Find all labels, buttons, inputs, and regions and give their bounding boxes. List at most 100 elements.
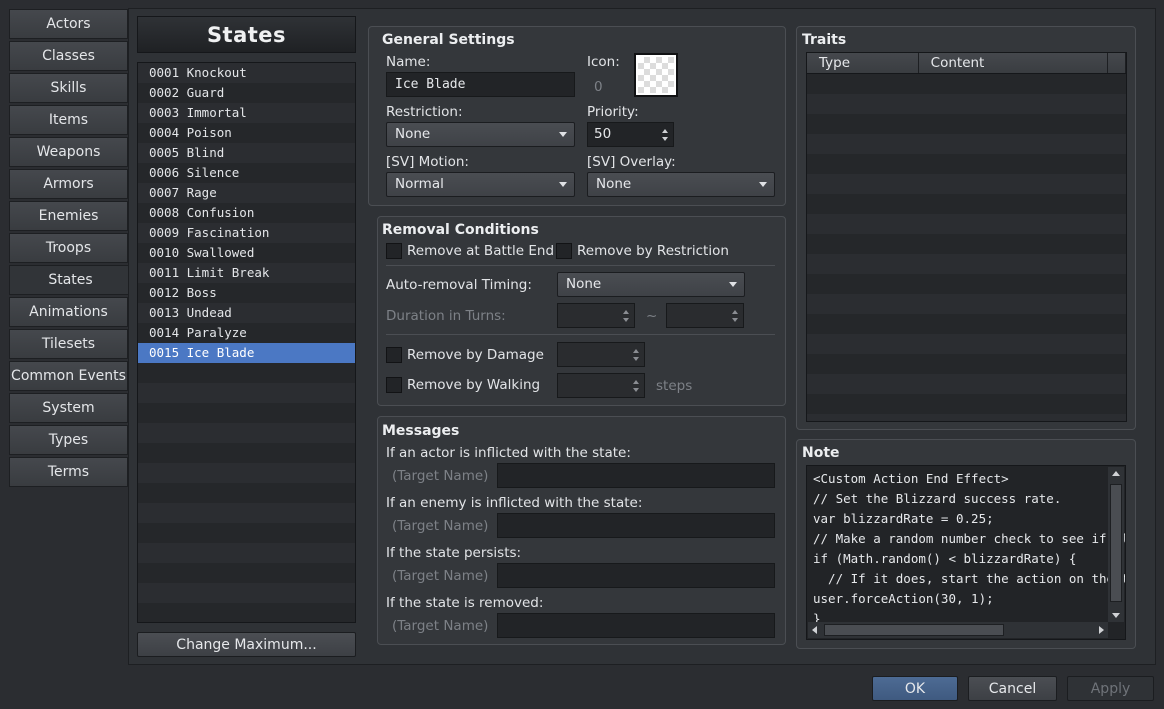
restriction-dropdown[interactable]: None [386,122,575,147]
spin-up-icon[interactable] [662,129,668,133]
list-item[interactable]: 0004 Poison [138,123,355,143]
spin-down-icon[interactable] [623,318,629,322]
trait-row-empty[interactable] [807,154,1126,174]
battle-end-checkbox[interactable] [386,243,402,259]
list-item[interactable]: 0005 Blind [138,143,355,163]
category-tab-common-events[interactable]: Common Events [9,361,128,391]
type-column-header[interactable]: Type [807,53,919,73]
ok-button[interactable]: OK [872,676,958,701]
list-item-empty[interactable] [138,523,355,543]
list-item-empty[interactable] [138,503,355,523]
icon-picker[interactable] [634,53,678,97]
spin-up-icon[interactable] [633,380,639,384]
category-tab-armors[interactable]: Armors [9,169,128,199]
trait-row-empty[interactable] [807,414,1126,421]
apply-button[interactable]: Apply [1067,676,1154,701]
list-item-empty[interactable] [138,423,355,443]
scroll-down-icon[interactable] [1112,613,1120,618]
trait-row-empty[interactable] [807,314,1126,334]
category-tab-animations[interactable]: Animations [9,297,128,327]
spin-down-icon[interactable] [662,137,668,141]
list-item-empty[interactable] [138,383,355,403]
trait-row-empty[interactable] [807,274,1126,294]
walking-checkbox[interactable] [386,377,402,393]
list-item[interactable]: 0007 Rage [138,183,355,203]
actor-message-field[interactable] [497,463,775,488]
list-item-empty[interactable] [138,583,355,603]
scroll-right-icon[interactable] [1099,626,1104,634]
category-tab-classes[interactable]: Classes [9,41,128,71]
spin-up-icon[interactable] [633,349,639,353]
list-item[interactable]: 0008 Confusion [138,203,355,223]
trait-row-empty[interactable] [807,394,1126,414]
damage-checkbox[interactable] [386,347,402,363]
traits-table[interactable]: Type Content [806,52,1127,422]
trait-row-empty[interactable] [807,354,1126,374]
list-item[interactable]: 0013 Undead [138,303,355,323]
list-item[interactable]: 0015 Ice Blade [138,343,355,363]
category-tab-skills[interactable]: Skills [9,73,128,103]
trait-row-empty[interactable] [807,134,1126,154]
content-column-header[interactable]: Content [919,53,1109,73]
motion-dropdown[interactable]: Normal [386,172,575,197]
list-item-empty[interactable] [138,363,355,383]
list-item[interactable]: 0009 Fascination [138,223,355,243]
restriction-checkbox[interactable] [556,243,572,259]
trait-row-empty[interactable] [807,174,1126,194]
removed-message-field[interactable] [497,613,775,638]
trait-row-empty[interactable] [807,214,1126,234]
list-item[interactable]: 0014 Paralyze [138,323,355,343]
list-item-empty[interactable] [138,543,355,563]
enemy-message-field[interactable] [497,513,775,538]
category-tab-actors[interactable]: Actors [9,9,128,39]
change-maximum-button[interactable]: Change Maximum... [137,632,356,657]
persists-message-field[interactable] [497,563,775,588]
note-textarea[interactable]: <Custom Action End Effect> // Set the Bli… [806,465,1126,640]
timing-dropdown[interactable]: None [557,272,745,297]
category-tab-types[interactable]: Types [9,425,128,455]
spin-up-icon[interactable] [623,310,629,314]
list-item[interactable]: 0010 Swallowed [138,243,355,263]
vertical-scroll-thumb[interactable] [1110,484,1122,602]
list-item-empty[interactable] [138,463,355,483]
trait-row-empty[interactable] [807,234,1126,254]
trait-row-empty[interactable] [807,334,1126,354]
list-item[interactable]: 0003 Immortal [138,103,355,123]
category-tab-terms[interactable]: Terms [9,457,128,487]
category-tab-items[interactable]: Items [9,105,128,135]
list-item-empty[interactable] [138,403,355,423]
trait-row-empty[interactable] [807,114,1126,134]
overlay-dropdown[interactable]: None [587,172,775,197]
category-tab-troops[interactable]: Troops [9,233,128,263]
duration-min-spinner[interactable] [557,303,635,328]
list-item-empty[interactable] [138,483,355,503]
spin-up-icon[interactable] [732,310,738,314]
cancel-button[interactable]: Cancel [968,676,1057,701]
category-tab-system[interactable]: System [9,393,128,423]
scroll-left-icon[interactable] [812,626,817,634]
category-tab-tilesets[interactable]: Tilesets [9,329,128,359]
scroll-up-icon[interactable] [1112,471,1120,476]
trait-row-empty[interactable] [807,94,1126,114]
category-tab-states[interactable]: States [9,265,131,295]
trait-row-empty[interactable] [807,374,1126,394]
trait-row-empty[interactable] [807,254,1126,274]
list-item-empty[interactable] [138,603,355,622]
category-tab-weapons[interactable]: Weapons [9,137,128,167]
list-item[interactable]: 0006 Silence [138,163,355,183]
duration-max-spinner[interactable] [666,303,744,328]
spin-down-icon[interactable] [732,318,738,322]
spin-down-icon[interactable] [633,388,639,392]
trait-row-empty[interactable] [807,194,1126,214]
name-field[interactable]: Ice Blade [386,72,575,97]
trait-row-empty[interactable] [807,74,1126,94]
horizontal-scrollbar[interactable] [808,622,1108,638]
list-item[interactable]: 0001 Knockout [138,63,355,83]
trait-row-empty[interactable] [807,294,1126,314]
list-item[interactable]: 0002 Guard [138,83,355,103]
vertical-scrollbar[interactable] [1108,467,1124,622]
priority-spinner[interactable]: 50 [587,122,674,147]
list-item-empty[interactable] [138,563,355,583]
list-item-empty[interactable] [138,443,355,463]
list-item[interactable]: 0012 Boss [138,283,355,303]
